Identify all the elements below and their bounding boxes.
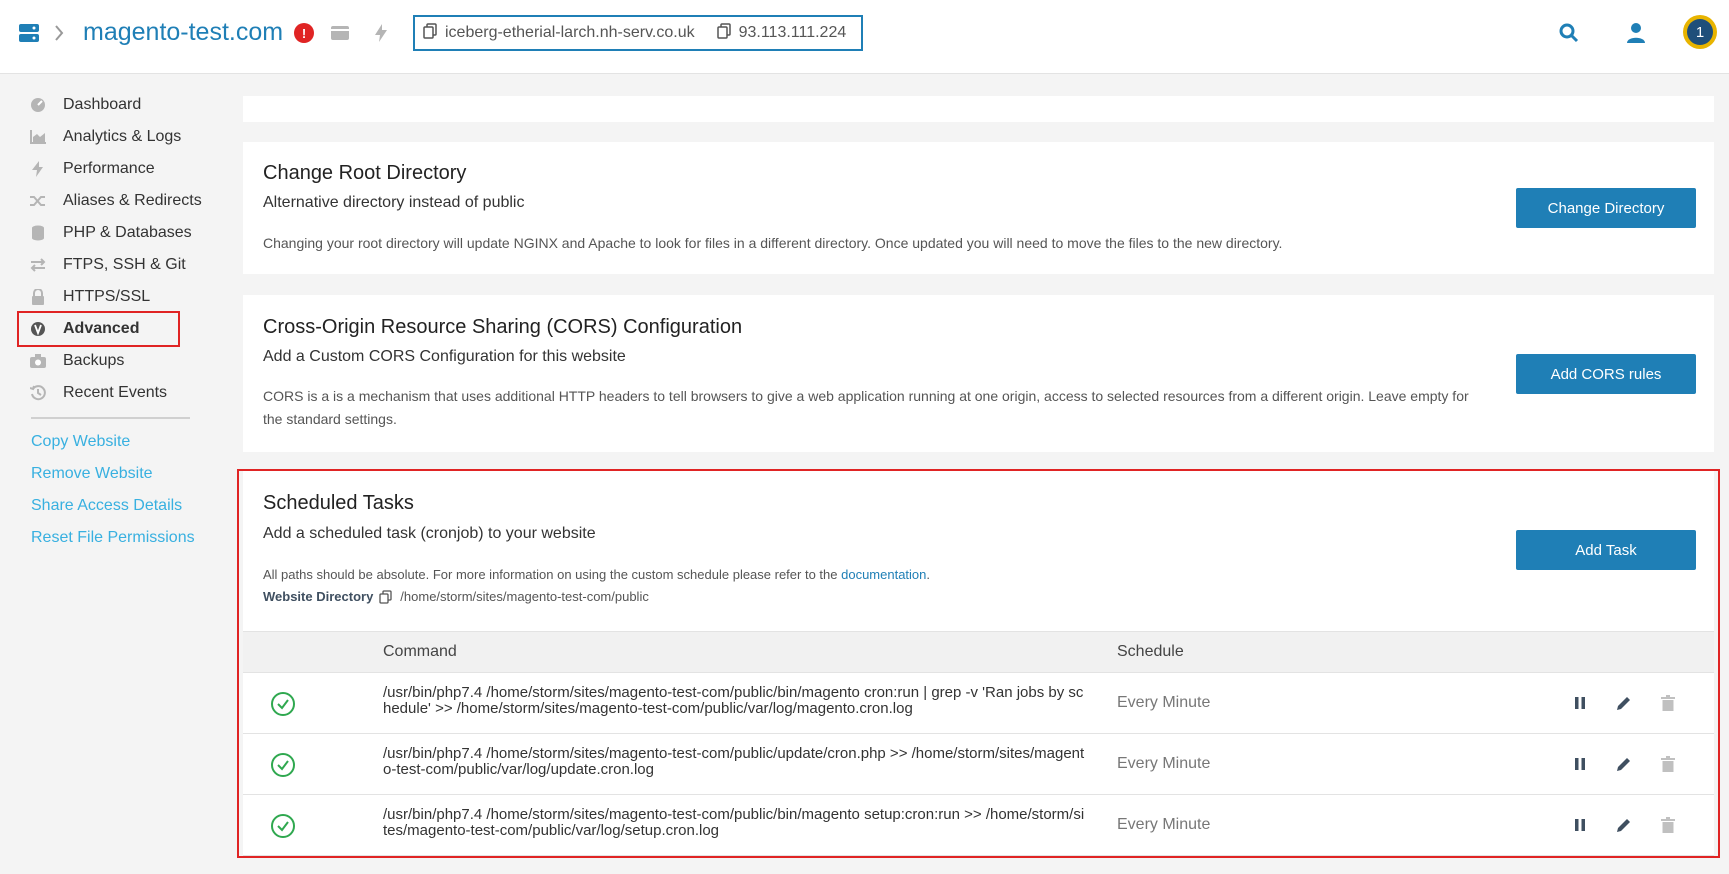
previous-card [243, 96, 1714, 122]
user-icon[interactable] [1625, 21, 1647, 45]
search-icon[interactable] [1558, 22, 1580, 44]
highlight-frame-advanced [17, 311, 180, 347]
sidebar-item-label: Analytics & Logs [63, 128, 182, 145]
sidebar-item-https[interactable]: HTTPS/SSL [28, 283, 150, 311]
sidebar-item-label: PHP & Databases [63, 224, 192, 241]
site-name[interactable]: magento-test.com [83, 14, 283, 50]
alert-badge[interactable]: ! [294, 23, 314, 43]
top-bar: magento-test.com ! iceberg-etherial-larc… [0, 0, 1729, 74]
chart-icon [28, 127, 48, 147]
sidebar-divider [31, 417, 190, 419]
sidebar-item-label: HTTPS/SSL [63, 288, 151, 305]
card-description: Changing your root directory will update… [263, 235, 1283, 251]
card-title: Change Root Directory [263, 162, 467, 184]
database-icon [28, 223, 48, 243]
avatar[interactable]: 1 [1683, 15, 1717, 49]
sidebar: Dashboard Analytics & Logs Performance A… [0, 74, 230, 874]
history-icon [28, 383, 48, 403]
change-directory-button[interactable]: Change Directory [1516, 188, 1696, 228]
share-access-details-link[interactable]: Share Access Details [31, 497, 182, 515]
sidebar-item-performance[interactable]: Performance [28, 155, 155, 183]
dashboard-icon [28, 95, 48, 115]
sidebar-item-analytics[interactable]: Analytics & Logs [28, 123, 181, 151]
card-description: CORS is a is a mechanism that uses addit… [263, 388, 1469, 427]
highlight-frame-scheduled-tasks [237, 469, 1720, 858]
sidebar-item-dashboard[interactable]: Dashboard [28, 91, 141, 119]
sidebar-item-label: Performance [63, 160, 155, 177]
card-title: Cross-Origin Resource Sharing (CORS) Con… [263, 316, 743, 338]
server-hostname[interactable]: iceberg-etherial-larch.nh-serv.co.uk [445, 24, 695, 42]
root-directory-card: Change Root Directory Alternative direct… [243, 142, 1714, 274]
copy-icon[interactable] [716, 22, 731, 44]
copy-website-link[interactable]: Copy Website [31, 433, 130, 451]
card-subtitle: Add a Custom CORS Configuration for this… [263, 348, 626, 365]
server-icon[interactable] [329, 23, 351, 43]
sidebar-item-label: Recent Events [63, 384, 168, 401]
sidebar-item-aliases[interactable]: Aliases & Redirects [28, 187, 202, 215]
sidebar-item-label: Dashboard [63, 96, 142, 113]
camera-icon [28, 351, 48, 371]
card-subtitle: Alternative directory instead of public [263, 194, 525, 211]
sidebar-item-php-databases[interactable]: PHP & Databases [28, 219, 192, 247]
cors-card: Cross-Origin Resource Sharing (CORS) Con… [243, 295, 1714, 452]
sidebar-item-label: Aliases & Redirects [63, 192, 202, 209]
add-cors-rules-button[interactable]: Add CORS rules [1516, 354, 1696, 394]
remove-website-link[interactable]: Remove Website [31, 465, 153, 483]
sidebar-item-ftps[interactable]: FTPS, SSH & Git [28, 251, 186, 279]
sidebar-item-backups[interactable]: Backups [28, 347, 124, 375]
servers-menu-icon[interactable] [17, 22, 41, 44]
shuffle-icon [28, 191, 48, 211]
reset-file-permissions-link[interactable]: Reset File Permissions [31, 529, 195, 547]
sidebar-item-label: Backups [63, 352, 125, 369]
bolt-icon[interactable] [371, 22, 391, 44]
transfer-icon [28, 255, 48, 275]
avatar-badge: 1 [1695, 23, 1705, 41]
bolt-icon [28, 159, 48, 179]
sidebar-item-label: FTPS, SSH & Git [63, 256, 186, 273]
server-address-box: iceberg-etherial-larch.nh-serv.co.uk 93.… [413, 15, 863, 51]
sidebar-item-recent-events[interactable]: Recent Events [28, 379, 167, 407]
copy-icon[interactable] [423, 22, 437, 44]
server-ip[interactable]: 93.113.111.224 [739, 24, 847, 42]
lock-icon [28, 287, 48, 307]
chevron-right-icon [52, 22, 66, 44]
